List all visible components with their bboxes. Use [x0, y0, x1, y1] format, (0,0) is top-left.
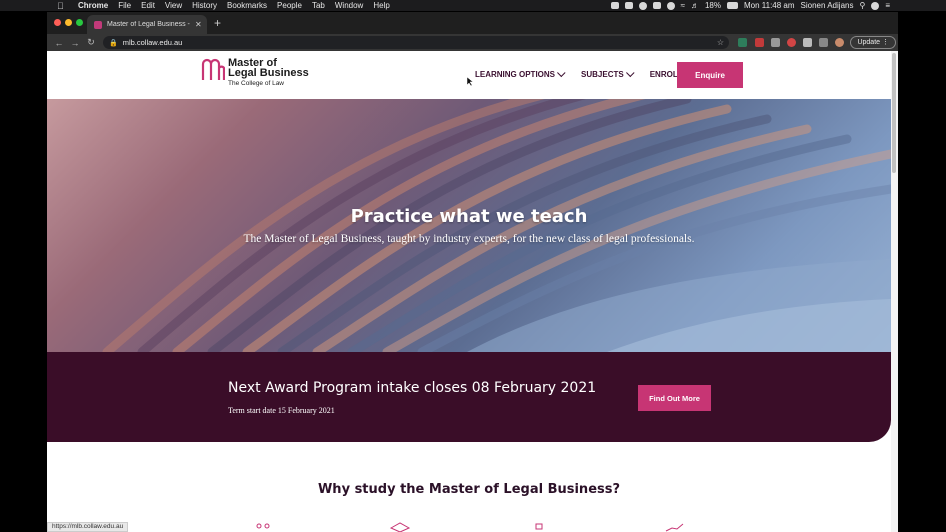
term-start-text: Term start date 15 February 2021	[228, 406, 335, 415]
menu-tab[interactable]: Tab	[307, 0, 330, 11]
status-app-icon[interactable]	[610, 2, 619, 9]
chevron-down-icon	[625, 68, 635, 77]
close-window-button[interactable]	[54, 19, 61, 26]
volume-icon[interactable]: ♬	[691, 1, 699, 10]
enquire-button[interactable]: Enquire	[677, 62, 743, 88]
clock[interactable]: Mon 11:48 am	[744, 1, 795, 10]
menu-bookmarks[interactable]: Bookmarks	[222, 0, 272, 11]
menu-chrome[interactable]: Chrome	[75, 0, 113, 11]
maximize-window-button[interactable]	[76, 19, 83, 26]
extensions-puzzle-icon[interactable]	[803, 38, 812, 47]
logo-line-3: The College of Law	[228, 80, 285, 87]
menu-view[interactable]: View	[160, 0, 187, 11]
back-arrow-icon[interactable]: ←	[51, 38, 67, 48]
intake-banner: Next Award Program intake closes 08 Febr…	[47, 352, 891, 442]
lock-icon[interactable]: 🔒	[109, 39, 118, 47]
menu-file[interactable]: File	[113, 0, 136, 11]
web-page: Master of Legal Business The College of …	[47, 51, 891, 532]
chevron-down-icon	[557, 68, 566, 77]
growth-chart-icon	[665, 523, 684, 532]
wifi-icon[interactable]: ≈	[681, 1, 685, 10]
nav-learning-options[interactable]: LEARNING OPTIONS	[475, 68, 566, 79]
new-tab-icon[interactable]: +	[214, 16, 221, 30]
hero-subtitle: The Master of Legal Business, taught by …	[243, 233, 695, 245]
main-nav: LEARNING OPTIONS SUBJECTS ENROL	[475, 68, 678, 79]
app-menu: Chrome File Edit View History Bookmarks …	[75, 0, 395, 11]
user-name[interactable]: Sionen Adijans	[801, 1, 854, 10]
display-icon[interactable]	[652, 2, 661, 9]
graduation-cap-icon	[390, 522, 410, 532]
close-tab-icon[interactable]: ✕	[195, 20, 207, 29]
hero-title: Practice what we teach	[350, 206, 588, 227]
tab-title: Master of Legal Business - Co	[107, 21, 190, 28]
siri-icon[interactable]	[871, 1, 880, 10]
control-center-icon[interactable]: ≡	[885, 1, 890, 10]
dropbox-icon[interactable]	[624, 2, 633, 9]
intake-title: Next Award Program intake closes 08 Febr…	[228, 380, 597, 396]
update-button[interactable]: Update ⋮	[850, 36, 896, 49]
scrollbar-thumb[interactable]	[892, 53, 896, 173]
macos-menubar:  Chrome File Edit View History Bookmark…	[0, 0, 946, 11]
minimize-window-button[interactable]	[65, 19, 72, 26]
address-bar[interactable]: 🔒 mlb.collaw.edu.au ☆	[103, 36, 729, 49]
browser-window: Master of Legal Business - Co ✕ + ← → ↻ …	[47, 12, 898, 532]
find-out-more-button[interactable]: Find Out More	[638, 385, 711, 411]
extension-4-icon[interactable]	[787, 38, 796, 47]
mouse-cursor-icon	[467, 77, 473, 86]
network-icon	[535, 523, 543, 530]
tab-strip: Master of Legal Business - Co ✕ +	[47, 12, 898, 34]
mlb-logo-icon	[201, 58, 225, 80]
menu-people[interactable]: People	[272, 0, 307, 11]
browser-toolbar: ← → ↻ 🔒 mlb.collaw.edu.au ☆ Update ⋮	[47, 34, 898, 51]
menu-history[interactable]: History	[187, 0, 222, 11]
apple-icon[interactable]: 	[57, 1, 67, 11]
page-scrollbar[interactable]	[891, 51, 898, 532]
link-status-bar: https://mlb.collaw.edu.au	[47, 522, 129, 532]
hero-banner: Practice what we teach The Master of Leg…	[47, 99, 891, 352]
creative-cloud-icon[interactable]	[638, 1, 647, 10]
favicon-icon	[94, 20, 102, 29]
extension-1-icon[interactable]	[738, 38, 747, 47]
logo-line-2: Legal Business	[228, 67, 309, 79]
browser-tab[interactable]: Master of Legal Business - Co ✕	[87, 15, 207, 34]
extension-3-icon[interactable]	[771, 38, 780, 47]
people-icon	[256, 523, 270, 529]
battery-percent[interactable]: 18%	[705, 1, 721, 10]
forward-arrow-icon[interactable]: →	[67, 38, 83, 48]
menu-help[interactable]: Help	[368, 0, 394, 11]
nav-subjects[interactable]: SUBJECTS	[581, 68, 635, 79]
profile-avatar[interactable]	[835, 38, 844, 47]
site-logo[interactable]: Master of Legal Business The College of …	[201, 58, 309, 89]
nav-learning-options-label: LEARNING OPTIONS	[475, 70, 556, 79]
update-label: Update	[857, 39, 881, 46]
url-text[interactable]: mlb.collaw.edu.au	[123, 38, 183, 47]
bookmark-star-icon[interactable]: ☆	[717, 38, 724, 47]
why-study-heading: Why study the Master of Legal Business?	[317, 482, 621, 497]
site-header: Master of Legal Business The College of …	[47, 51, 891, 99]
menu-window[interactable]: Window	[330, 0, 368, 11]
reading-list-icon[interactable]	[819, 38, 828, 47]
bluetooth-icon[interactable]	[666, 1, 675, 10]
reload-icon[interactable]: ↻	[83, 37, 99, 48]
nav-subjects-label: SUBJECTS	[581, 70, 624, 79]
logo-text: Master of Legal Business The College of …	[228, 58, 309, 89]
battery-icon[interactable]	[726, 2, 738, 9]
spotlight-icon[interactable]: ⚲	[859, 1, 865, 10]
extension-2-icon[interactable]	[755, 38, 764, 47]
nav-enrol[interactable]: ENROL	[650, 70, 678, 79]
menubar-status: ≈ ♬ 18% Mon 11:48 am Sionen Adijans ⚲ ≡	[610, 0, 890, 11]
menu-edit[interactable]: Edit	[136, 0, 160, 11]
